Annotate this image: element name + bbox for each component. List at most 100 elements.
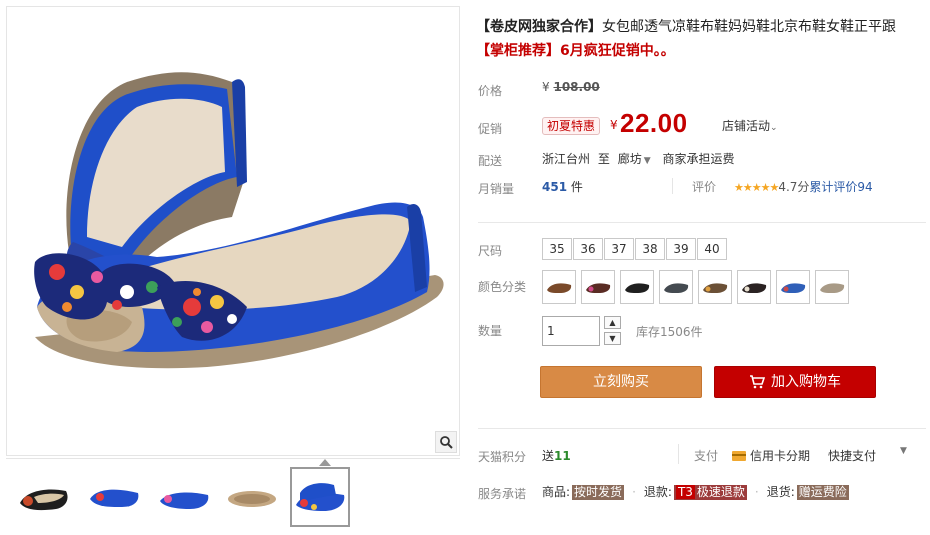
color-swatch-2[interactable]: [581, 270, 615, 304]
on-time-delivery-badge[interactable]: 按时发货: [572, 485, 625, 500]
service-promises: 商品: 按时发货 · 退款: T3 极速退款 · 退货: 赠运费险: [542, 483, 849, 500]
size-label: 尺码: [478, 244, 503, 258]
monthly-sales-unit: 件: [570, 180, 583, 194]
title-bracket: 【卷皮网独家合作】: [476, 19, 602, 35]
active-thumb-pointer: [319, 459, 331, 466]
stock-count: 库存1506件: [636, 325, 703, 339]
promotion-tag: 初夏特惠: [542, 117, 601, 135]
refund-label: 退款:: [643, 485, 672, 499]
shoe-thumb-icon: [820, 283, 845, 293]
shoe-thumb-icon: [547, 283, 572, 293]
zoom-button[interactable]: [435, 431, 457, 453]
divider: [678, 444, 679, 464]
color-swatch-5[interactable]: [698, 270, 732, 304]
promotion-label: 促销: [478, 122, 503, 136]
color-swatch-7[interactable]: [776, 270, 810, 304]
thumbnail-3[interactable]: [154, 467, 214, 527]
rating-score: 4.7分: [778, 180, 810, 194]
price-label: 价格: [478, 84, 503, 98]
quantity-increase-button[interactable]: ▲: [604, 316, 621, 329]
shoe-thumb-icon: [664, 283, 689, 293]
shoe-photo: [34, 72, 444, 369]
shop-activity-label: 店铺活动: [722, 119, 771, 133]
magnifier-icon: [440, 436, 453, 449]
size-option-40[interactable]: 40: [697, 238, 727, 260]
product-title: 【卷皮网独家合作】女包邮透气凉鞋布鞋妈妈鞋北京布鞋女鞋正平跟: [476, 16, 896, 36]
size-option-39[interactable]: 39: [666, 238, 696, 260]
shoe-thumb-icon: [742, 283, 767, 293]
credit-card-installment[interactable]: 信用卡分期: [732, 447, 810, 464]
shoe-thumb-icon: [703, 283, 728, 293]
payment-label: 支付: [694, 449, 719, 463]
separator-dot: ·: [754, 485, 759, 499]
chevron-down-icon: ⌄: [770, 123, 778, 133]
destination-select[interactable]: 廊坊 ▼: [618, 152, 651, 166]
quick-pay-link[interactable]: 快捷支付: [828, 447, 876, 464]
points-value: 11: [554, 449, 571, 463]
original-price: ¥ 108.00: [542, 80, 600, 94]
shoe-thumb-icon: [625, 283, 650, 293]
rating-summary: 评价 ★★★★★4.7分累计评价94: [692, 178, 873, 195]
thumb-shoe-blue-side: [160, 492, 209, 509]
section-divider: [478, 428, 926, 429]
original-price-value: 108.00: [553, 80, 600, 94]
color-swatch-8[interactable]: [815, 270, 849, 304]
product-info-panel: 【卷皮网独家合作】女包邮透气凉鞋布鞋妈妈鞋北京布鞋女鞋正平跟 【掌柜推荐】6月疯…: [476, 0, 926, 535]
shipping-insurance-badge[interactable]: 赠运费险: [796, 485, 849, 500]
thumb-shoe-blue-pair: [90, 489, 139, 507]
thumbnail-strip: [6, 458, 460, 534]
promo-line: 【掌柜推荐】6月疯狂促销中。。: [476, 43, 675, 59]
size-option-38[interactable]: 38: [635, 238, 665, 260]
thumbnail-5[interactable]: [290, 467, 350, 527]
shop-activity-dropdown[interactable]: 店铺活动⌄: [722, 117, 778, 134]
fast-refund-badge[interactable]: T3 极速退款: [673, 485, 747, 500]
color-swatch-1[interactable]: [542, 270, 576, 304]
credit-card-icon: [732, 451, 746, 461]
shoe-thumb-icon: [586, 283, 611, 293]
divider: [672, 178, 673, 194]
thumbnail-1[interactable]: [14, 467, 74, 527]
shoe-thumb-icon: [781, 283, 806, 293]
color-swatch-4[interactable]: [659, 270, 693, 304]
thumb-shoe-blue-main: [296, 483, 345, 511]
quantity-input[interactable]: [542, 316, 600, 346]
size-option-35[interactable]: 35: [542, 238, 572, 260]
service-label: 服务承诺: [478, 487, 527, 501]
yen-symbol: ¥: [542, 80, 550, 94]
size-option-37[interactable]: 37: [604, 238, 634, 260]
title-text: 女包邮透气凉鞋布鞋妈妈鞋北京布鞋女鞋正平跟: [602, 19, 896, 35]
return-label: 退货:: [766, 485, 795, 499]
thumbnail-2[interactable]: [84, 467, 144, 527]
credit-card-label: 信用卡分期: [750, 449, 811, 463]
add-to-cart-label: 加入购物车: [771, 374, 841, 390]
review-label: 评价: [692, 180, 717, 194]
color-swatch-3[interactable]: [620, 270, 654, 304]
promo-yen-symbol: ¥: [610, 118, 618, 132]
color-swatch-6[interactable]: [737, 270, 771, 304]
monthly-sales: 451 件: [542, 178, 583, 195]
shopping-cart-icon: [750, 375, 766, 389]
star-rating-icon: ★★★★★: [734, 181, 779, 194]
shipping-label: 配送: [478, 154, 503, 168]
shipping-info: 浙江台州 至 廊坊 ▼ 商家承担运费: [542, 150, 734, 167]
color-label: 颜色分类: [478, 280, 527, 294]
thumb-shoe-black: [20, 489, 68, 511]
size-option-36[interactable]: 36: [573, 238, 603, 260]
fast-refund-text: 极速退款: [696, 485, 745, 499]
monthly-sales-count: 451: [542, 180, 568, 194]
thumbnail-4[interactable]: [222, 467, 282, 527]
add-to-cart-button[interactable]: 加入购物车: [714, 366, 876, 398]
t3-badge: T3: [675, 485, 695, 499]
promo-price: 22.00: [620, 108, 688, 138]
monthly-sales-label: 月销量: [478, 182, 515, 196]
ship-from: 浙江台州: [542, 152, 591, 166]
buy-now-button[interactable]: 立刻购买: [540, 366, 702, 398]
caret-down-icon: ▼: [643, 156, 651, 166]
quantity-decrease-button[interactable]: ▼: [604, 332, 621, 345]
points-send-word: 送: [542, 449, 555, 463]
thumb-shoe-sole: [228, 491, 276, 507]
cumulative-reviews-link[interactable]: 累计评价94: [809, 180, 872, 194]
caret-down-icon[interactable]: ▼: [900, 446, 907, 456]
separator-dot: ·: [632, 485, 636, 499]
tmall-points: 送11: [542, 447, 571, 464]
